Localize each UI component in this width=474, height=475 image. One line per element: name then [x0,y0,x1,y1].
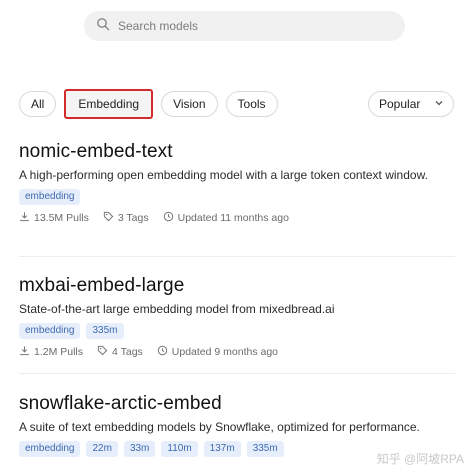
tag-badge: embedding [19,440,81,457]
tag-badge: embedding [19,322,81,339]
divider [19,373,455,374]
tag-badge: embedding [19,188,81,205]
model-card[interactable]: mxbai-embed-large State-of-the-art large… [19,275,455,359]
filter-all[interactable]: All [19,91,57,117]
divider [19,256,455,257]
tags-stat: 3 Tags [103,211,149,225]
tag-icon [97,345,108,359]
filter-vision[interactable]: Vision [161,91,218,117]
clock-icon [163,211,174,225]
tag-icon [103,211,114,225]
tag-badge: 33m [123,440,156,457]
pulls-stat: 13.5M Pulls [19,211,89,225]
model-description: A high-performing open embedding model w… [19,168,428,182]
model-name[interactable]: nomic-embed-text [19,141,455,163]
tag-badge: 335m [86,322,124,339]
chevron-down-icon [434,97,444,111]
download-icon [19,345,30,359]
tag-badge: 137m [203,440,241,457]
model-name[interactable]: snowflake-arctic-embed [19,393,455,415]
model-tags: embedding [19,188,455,205]
sort-dropdown[interactable]: Popular [368,91,454,117]
model-stats: 13.5M Pulls 3 Tags Updated 11 months ago [19,211,455,225]
updated-text: Updated 11 months ago [177,211,289,224]
pulls-count: 13.5M Pulls [34,211,89,224]
tag-badge: 22m [86,440,118,457]
model-stats: 1.2M Pulls 4 Tags Updated 9 months ago [19,345,455,359]
model-description: State-of-the-art large embedding model f… [19,302,335,316]
pulls-stat: 1.2M Pulls [19,345,83,359]
sort-selected: Popular [379,97,421,111]
pulls-count: 1.2M Pulls [34,345,84,358]
model-card[interactable]: nomic-embed-text A high-performing open … [19,141,455,225]
filter-embedding[interactable]: Embedding [64,89,154,119]
download-icon [19,211,30,225]
tag-badge: 110m [161,440,198,457]
filter-chips: All Embedding Vision Tools [19,89,278,119]
filter-tools[interactable]: Tools [225,91,278,117]
updated-stat: Updated 9 months ago [157,345,278,359]
model-description: A suite of text embedding models by Snow… [19,420,420,434]
search-bar[interactable] [84,11,405,41]
model-name[interactable]: mxbai-embed-large [19,275,455,297]
model-tags: embedding 335m [19,322,455,339]
tag-badge: 335m [246,440,284,457]
search-icon [96,17,110,36]
tags-count: 3 Tags [117,211,149,224]
search-input[interactable] [118,19,378,33]
watermark: 知乎 @阿坡RPA [376,452,464,466]
model-card[interactable]: snowflake-arctic-embed A suite of text e… [19,393,455,457]
clock-icon [157,345,168,359]
updated-text: Updated 9 months ago [171,345,279,358]
updated-stat: Updated 11 months ago [163,211,289,225]
tags-count: 4 Tags [112,345,143,358]
tags-stat: 4 Tags [97,345,143,359]
